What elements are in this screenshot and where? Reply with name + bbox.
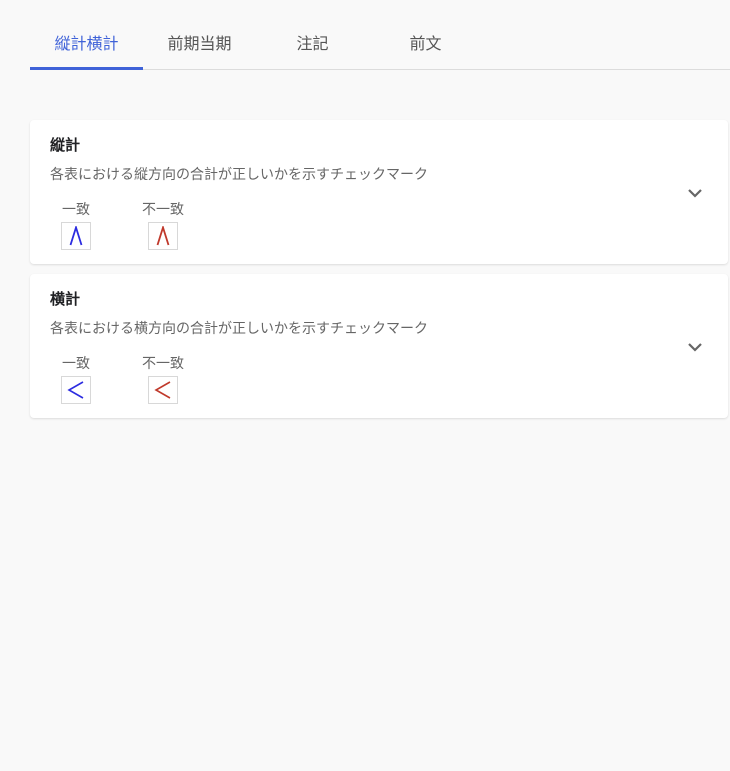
less-than-icon (67, 381, 84, 399)
horizontal-total-card[interactable]: 横計 各表における横方向の合計が正しいかを示すチェックマーク 一致 不一致 (30, 274, 728, 418)
card-description: 各表における横方向の合計が正しいかを示すチェックマーク (50, 321, 428, 337)
legend-label: 一致 (62, 202, 90, 218)
mismatch-mark (148, 376, 178, 404)
legend-match: 一致 (46, 356, 106, 404)
chevron-down-icon[interactable] (686, 338, 704, 356)
legend-label: 不一致 (142, 202, 184, 218)
match-mark (61, 222, 91, 250)
caret-up-icon (69, 226, 83, 246)
tab-notes[interactable]: 注記 (256, 20, 369, 69)
card-description: 各表における縦方向の合計が正しいかを示すチェックマーク (50, 167, 428, 183)
tab-bar: 縦計横計 前期当期 注記 前文 (30, 20, 730, 70)
legend-match: 一致 (46, 202, 106, 250)
legend-mismatch: 不一致 (133, 356, 193, 404)
caret-up-icon (156, 226, 170, 246)
less-than-icon (154, 381, 171, 399)
legend-label: 一致 (62, 356, 90, 372)
chevron-down-icon[interactable] (686, 184, 704, 202)
match-mark (61, 376, 91, 404)
tab-prior-current-period[interactable]: 前期当期 (143, 20, 256, 69)
card-title: 縦計 (50, 136, 81, 154)
tab-preamble[interactable]: 前文 (369, 20, 482, 69)
tab-vertical-horizontal-totals[interactable]: 縦計横計 (30, 20, 143, 70)
vertical-total-card[interactable]: 縦計 各表における縦方向の合計が正しいかを示すチェックマーク 一致 不一致 (30, 120, 728, 264)
legend-mismatch: 不一致 (133, 202, 193, 250)
mismatch-mark (148, 222, 178, 250)
card-title: 横計 (50, 290, 81, 308)
legend-label: 不一致 (142, 356, 184, 372)
